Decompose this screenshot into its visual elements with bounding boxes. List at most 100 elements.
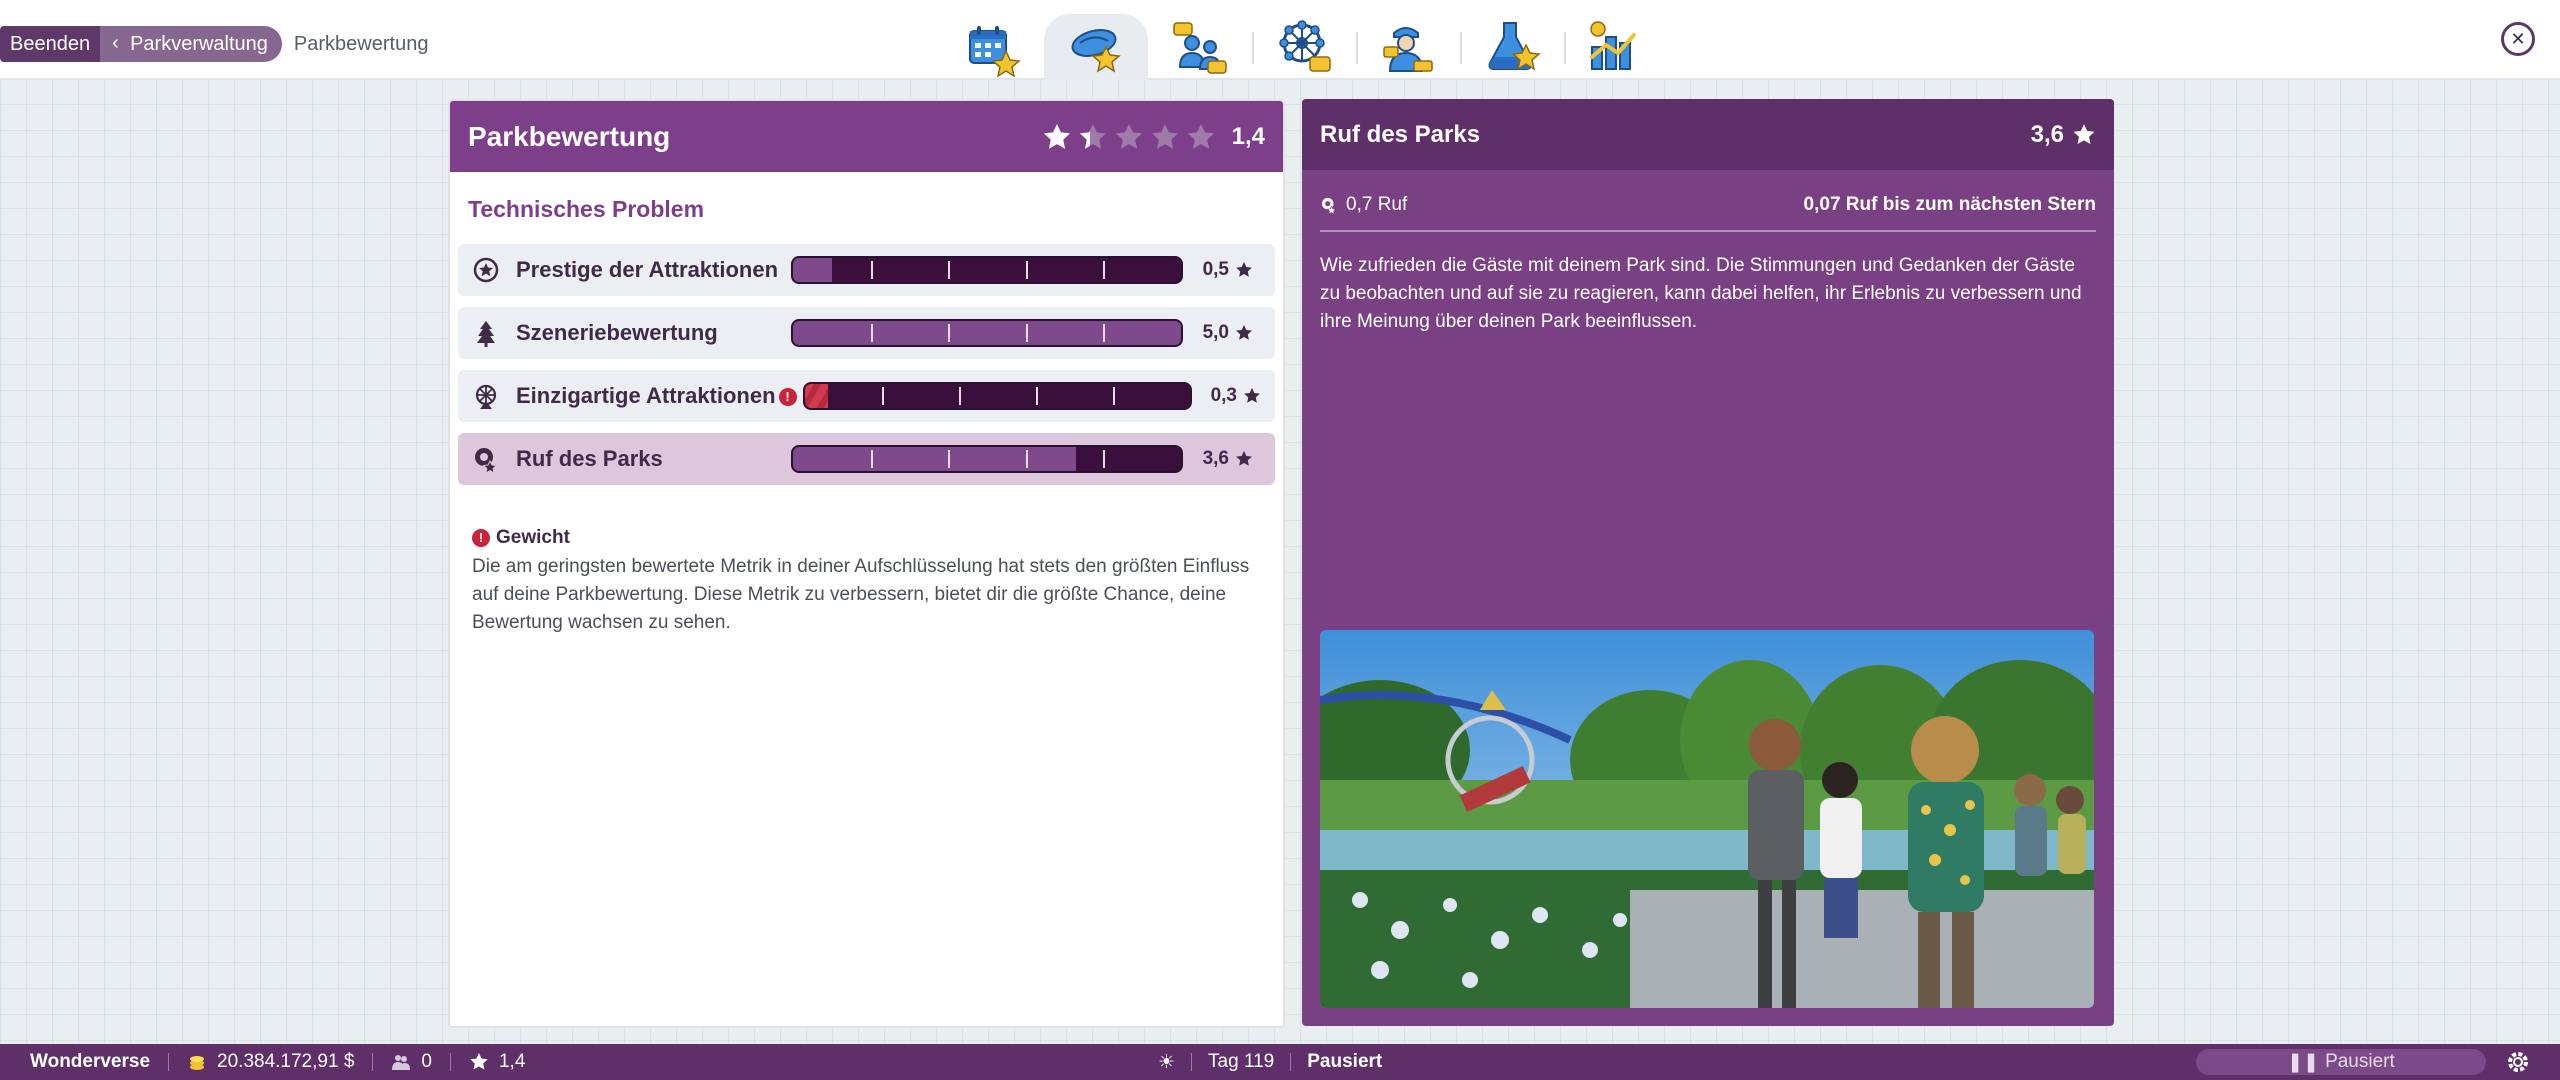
bar-tick — [1025, 450, 1028, 468]
park-rating-icon — [1071, 29, 1121, 73]
bar-tick — [1103, 261, 1106, 279]
metric-value: 5,0 — [1183, 322, 1253, 344]
metric-label: Einzigartige Attraktionen! — [516, 383, 797, 409]
day-text: Tag 119 — [1208, 1051, 1275, 1072]
calendar-icon — [969, 26, 1021, 77]
metric-row-unique-attractions[interactable]: Einzigartige Attraktionen! 0,3 — [458, 370, 1275, 422]
bar-tick — [1103, 450, 1106, 468]
reputation-amount-text: 0,7 Ruf — [1346, 194, 1408, 215]
warning-icon: ! — [472, 529, 490, 547]
tab-research[interactable] — [1460, 14, 1564, 80]
bar-tick — [870, 261, 873, 279]
status-bar-left: Wonderverse 20.384.172,91 $ 0 1,4 — [30, 1044, 525, 1080]
bar-fill — [793, 258, 832, 282]
research-icon — [1488, 22, 1541, 71]
tab-calendar[interactable] — [940, 14, 1044, 80]
park-name[interactable]: Wonderverse — [30, 1051, 150, 1073]
guest-count-text: 0 — [421, 1051, 432, 1072]
reputation-progress: 0,7 Ruf 0,07 Ruf bis zum nächsten Stern — [1320, 194, 2096, 232]
guest-count[interactable]: 0 — [391, 1051, 432, 1073]
bar-tick — [948, 261, 951, 279]
bar-tick — [1112, 387, 1115, 405]
reputation-amount: 0,7 Ruf — [1320, 194, 1804, 216]
panel-title: Parkbewertung — [468, 120, 671, 152]
park-rating-header: Parkbewertung 1,4 — [450, 101, 1283, 172]
breadcrumb-current: Parkbewertung — [293, 32, 429, 55]
guests-icon — [1173, 22, 1227, 74]
park-rating-display[interactable]: 1,4 — [469, 1051, 525, 1073]
back-button-label: Parkverwaltung — [130, 32, 268, 55]
divider — [1191, 1053, 1193, 1071]
star-icon — [470, 1053, 488, 1070]
sun-icon: ☀ — [1158, 1051, 1176, 1073]
bar-fill — [793, 321, 1181, 345]
gear-icon[interactable] — [2506, 1050, 2530, 1074]
metric-label: Szeneriebewertung — [516, 320, 718, 345]
tab-finances[interactable] — [1564, 14, 1668, 80]
metric-value-text: 3,6 — [1202, 448, 1229, 469]
tab-staff[interactable] — [1356, 14, 1460, 80]
bar-tick — [1025, 261, 1028, 279]
metric-list: Prestige der Attraktionen 0,5 Szeneriebe… — [458, 244, 1275, 485]
tab-guests[interactable] — [1148, 14, 1252, 80]
back-button[interactable]: ‹ Parkverwaltung — [100, 26, 282, 62]
breadcrumb: Beenden ‹ Parkverwaltung Parkbewertung — [0, 26, 428, 62]
time-display: ☀ Tag 119 Pausiert — [1158, 1044, 1382, 1080]
tab-attractions[interactable] — [1252, 14, 1356, 80]
park-screenshot-image — [1320, 630, 2094, 1008]
star-icon — [1236, 324, 1252, 340]
metric-row-prestige[interactable]: Prestige der Attraktionen 0,5 — [458, 244, 1275, 296]
metric-bar — [791, 319, 1183, 347]
reputation-icon — [1321, 197, 1337, 214]
pause-icon: ❚❚ — [2287, 1051, 2320, 1073]
close-button[interactable]: ✕ — [2501, 22, 2535, 56]
star-icon — [1244, 387, 1260, 403]
note-title: Gewicht — [496, 527, 570, 548]
metric-bar — [803, 382, 1192, 410]
metric-bar — [791, 256, 1183, 284]
rating-star-icon — [1078, 122, 1108, 152]
reputation-detail-panel: Ruf des Parks 3,6 0,7 Ruf 0,07 Ruf bis z… — [1302, 99, 2114, 1026]
reputation-description: Wie zufrieden die Gäste mit deinem Park … — [1320, 255, 2082, 332]
reputation-header: Ruf des Parks 3,6 — [1302, 99, 2114, 170]
reputation-title: Ruf des Parks — [1320, 120, 1481, 148]
bar-fill — [805, 384, 829, 408]
bar-tick — [870, 450, 873, 468]
note-header: ! Gewicht — [472, 527, 1263, 549]
reputation-icon — [472, 445, 500, 473]
quit-button[interactable]: Beenden — [0, 26, 103, 62]
metric-row-reputation[interactable]: Ruf des Parks 3,6 — [458, 433, 1275, 485]
park-rating-text: 1,4 — [498, 1051, 526, 1072]
rating-star-icon — [1114, 122, 1144, 152]
bar-fill — [793, 447, 1077, 471]
metric-label: Prestige der Attraktionen — [516, 257, 779, 282]
speed-control[interactable]: ❚❚ Pausiert — [2196, 1049, 2486, 1075]
money-display[interactable]: 20.384.172,91 $ — [187, 1051, 354, 1073]
metric-value-text: 5,0 — [1202, 322, 1229, 343]
chevron-left-icon: ‹ — [112, 32, 119, 54]
metric-row-scenery[interactable]: Szeneriebewertung 5,0 — [458, 307, 1275, 359]
staff-icon — [1383, 27, 1433, 72]
management-tabs — [940, 14, 1668, 80]
speed-label: Pausiert — [2325, 1051, 2395, 1072]
tab-park-rating[interactable] — [1044, 14, 1148, 80]
close-icon: ✕ — [2510, 28, 2526, 49]
rating-star-icon — [1150, 122, 1180, 152]
star-icon — [2073, 123, 2095, 144]
bar-tick — [881, 387, 884, 405]
bar-tick — [958, 387, 961, 405]
metric-label-text: Einzigartige Attraktionen — [516, 383, 776, 408]
metric-value: 0,5 — [1183, 259, 1253, 281]
star-icon — [1236, 450, 1252, 466]
divider — [1290, 1053, 1292, 1071]
coins-icon — [190, 1056, 205, 1070]
guests-icon — [392, 1055, 411, 1070]
park-rating-score: 1,4 — [1231, 122, 1265, 150]
bar-tick — [1025, 324, 1028, 342]
metric-label: Ruf des Parks — [516, 446, 663, 471]
finances-icon — [1590, 21, 1636, 70]
bar-tick — [948, 450, 951, 468]
metric-value: 3,6 — [1183, 448, 1253, 470]
star-rating — [1042, 122, 1216, 152]
bar-tick — [1103, 324, 1106, 342]
